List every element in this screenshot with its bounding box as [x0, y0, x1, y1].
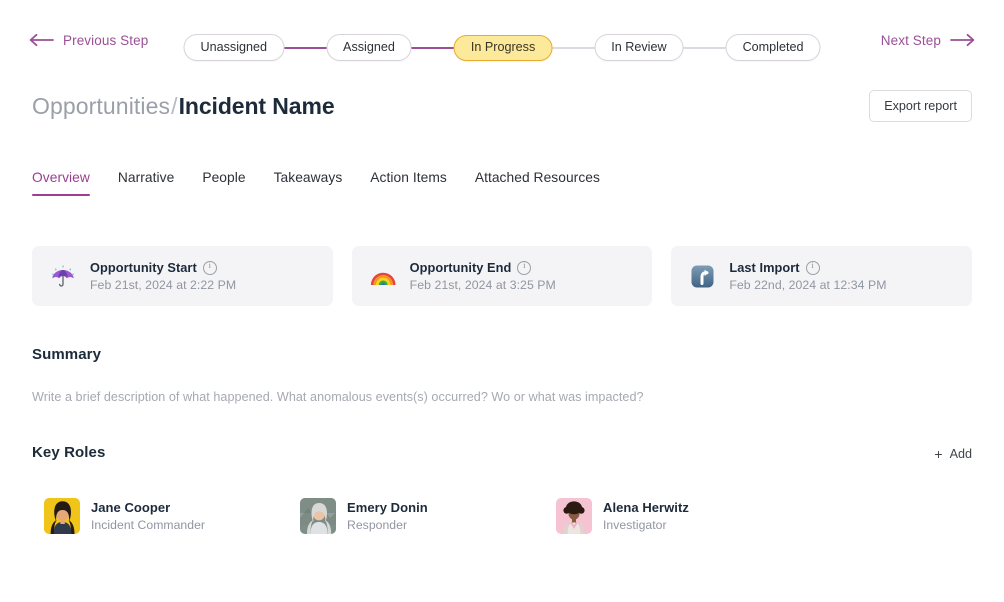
info-icon[interactable] [517, 260, 532, 275]
previous-step-button[interactable]: Previous Step [28, 33, 148, 48]
breadcrumb-parent[interactable]: Opportunities [32, 93, 170, 119]
step-pill-in-review[interactable]: In Review [594, 34, 684, 62]
tab-attached-resources[interactable]: Attached Resources [461, 170, 614, 196]
tab-people[interactable]: People [188, 170, 259, 196]
step-connector-3 [552, 46, 595, 49]
workflow-stepper-bar: Previous Step Unassigned Assigned In Pro… [0, 0, 1004, 80]
breadcrumb-separator: / [171, 92, 178, 119]
step-pill-in-progress[interactable]: In Progress [453, 34, 553, 61]
key-roles-heading: Key Roles [32, 444, 106, 461]
previous-step-label: Previous Step [63, 32, 149, 48]
card-date: Feb 21st, 2024 at 2:22 PM [90, 278, 237, 292]
arrow-left-icon [28, 33, 54, 47]
person-name: Jane Cooper [91, 500, 171, 515]
tab-bar: Overview Narrative People Takeaways Acti… [32, 170, 614, 196]
avatar [556, 498, 592, 534]
page-title: Incident Name [178, 92, 335, 119]
info-icon[interactable] [805, 260, 820, 275]
tab-overview[interactable]: Overview [32, 170, 104, 196]
arrow-right-icon [950, 33, 976, 47]
step-connector-4 [683, 46, 726, 49]
summary-cards: Opportunity Start Feb 21st, 2024 at 2:22… [32, 246, 973, 306]
card-date: Feb 21st, 2024 at 3:25 PM [409, 278, 556, 292]
add-key-role-button[interactable]: + Add [934, 447, 972, 461]
stepper-pills: Unassigned Assigned In Progress In Revie… [183, 34, 821, 62]
step-pill-unassigned[interactable]: Unassigned [183, 34, 285, 62]
step-connector-2 [411, 46, 454, 49]
card-last-import: Last Import Feb 22nd, 2024 at 12:34 PM [671, 246, 973, 306]
card-label-text: Opportunity End [409, 260, 512, 275]
list-item[interactable]: Alena Herwitz Investigator [556, 498, 812, 534]
list-item[interactable]: Jane Cooper Incident Commander [44, 498, 300, 534]
card-label: Opportunity End [410, 260, 556, 275]
person-role: Incident Commander [91, 518, 206, 532]
breadcrumb: Opportunities/Incident Name [32, 93, 335, 120]
arrow-heading-up-icon [687, 261, 717, 291]
card-date: Feb 22nd, 2024 at 12:34 PM [729, 278, 887, 292]
list-item[interactable]: Emery Donin Responder [300, 498, 556, 534]
next-step-label: Next Step [880, 32, 941, 48]
tab-action-items[interactable]: Action Items [356, 170, 461, 196]
next-step-button[interactable]: Next Step [881, 33, 976, 48]
card-label-text: Last Import [729, 260, 800, 275]
tab-takeaways[interactable]: Takeaways [260, 170, 357, 196]
step-pill-completed[interactable]: Completed [725, 34, 821, 62]
umbrella-with-rain-icon [48, 261, 78, 291]
avatar [44, 498, 80, 534]
card-opportunity-start: Opportunity Start Feb 21st, 2024 at 2:22… [32, 246, 333, 306]
person-name: Emery Donin [347, 500, 428, 515]
rainbow-icon [368, 261, 398, 291]
tab-narrative[interactable]: Narrative [104, 170, 188, 196]
key-roles-list: Jane Cooper Incident Commander Emery Don… [44, 498, 974, 534]
step-connector-1 [284, 46, 327, 49]
avatar [300, 498, 336, 534]
add-label: Add [949, 447, 972, 461]
person-role: Responder [347, 518, 408, 532]
summary-placeholder-text[interactable]: Write a brief description of what happen… [32, 390, 644, 404]
summary-heading: Summary [32, 346, 102, 363]
plus-icon: + [934, 446, 943, 462]
step-pill-assigned[interactable]: Assigned [326, 34, 412, 62]
card-opportunity-end: Opportunity End Feb 21st, 2024 at 3:25 P… [351, 246, 653, 306]
person-name: Alena Herwitz [603, 500, 689, 515]
card-label: Opportunity Start [90, 260, 236, 275]
export-report-button[interactable]: Export report [869, 90, 972, 122]
card-label: Last Import [729, 260, 886, 275]
card-label-text: Opportunity Start [90, 260, 197, 275]
page-header-row: Opportunities/Incident Name Export repor… [32, 90, 972, 122]
person-role: Investigator [603, 518, 667, 532]
info-icon[interactable] [202, 260, 217, 275]
